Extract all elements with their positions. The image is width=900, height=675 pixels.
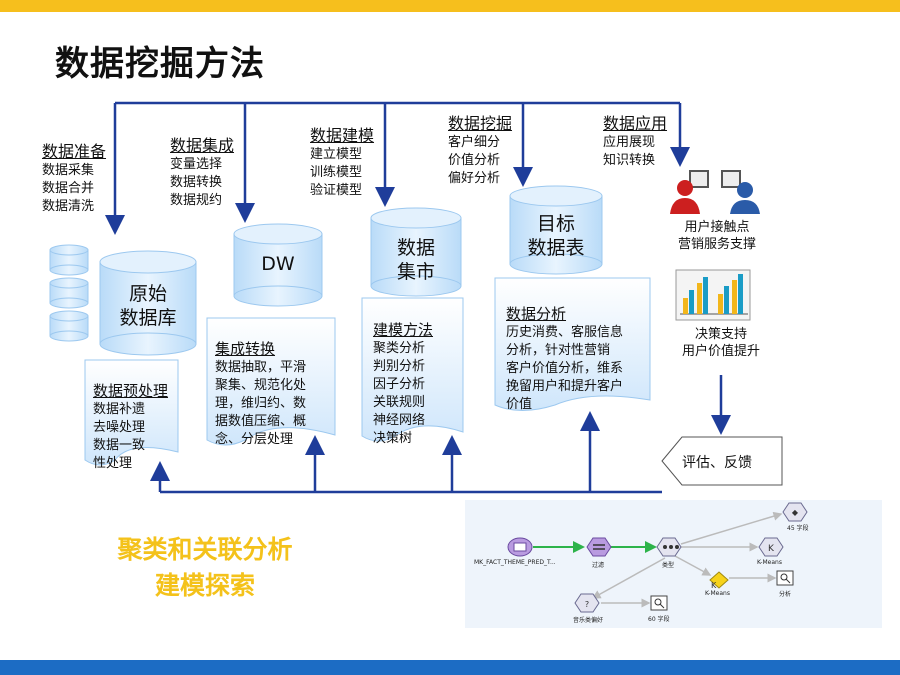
stage-item: 知识转换 [603, 153, 656, 168]
stage-item: 应用展现 [603, 135, 656, 150]
stage-item: 验证模型 [310, 183, 363, 198]
doc-heading: 集成转换 [215, 340, 276, 358]
dw-label: DW [261, 253, 295, 275]
doc-body: 数据补遗 去噪处理 数据一致 性处理 [93, 402, 146, 471]
touchpoint-line1: 用户接触点 [684, 220, 750, 235]
stage-data-integration: 数据集成 变量选择 数据转换 数据规约 [170, 136, 234, 210]
source-node-label: MK_FACT_THEME_PRED_T... [474, 559, 556, 566]
kmeans-node-icon[interactable]: K [758, 537, 784, 557]
pref-node-icon[interactable]: ? [574, 593, 600, 613]
stage-item: 训练模型 [310, 165, 363, 180]
doc-integration: 集成转换数据抽取，平滑 聚集、规范化处 理，维归约、数 据数值压缩、概 念、分层… [215, 322, 306, 449]
stage-item: 建立模型 [310, 147, 363, 162]
fields45-node-label: 45 字段 [787, 525, 809, 532]
stage-item: 变量选择 [170, 157, 223, 172]
doc-preprocess: 数据预处理数据补遗 去噪处理 数据一致 性处理 [93, 364, 168, 473]
feedback-label: 评估、反馈 [682, 455, 752, 471]
stage-item: 数据采集 [42, 163, 95, 178]
stage-data-preparation: 数据准备 数据采集 数据合并 数据清洗 [42, 142, 106, 216]
doc-modeling: 建模方法聚类分析 判别分析 因子分析 关联规则 神经网络 决策树 [373, 303, 433, 448]
stage-data-application: 数据应用 应用展现 知识转换 [603, 114, 667, 170]
small-db-stack-icon [49, 244, 89, 342]
slogan: 聚类和关联分析 建模探索 [80, 532, 330, 604]
doc-heading: 数据分析 [506, 305, 567, 323]
fields45-node-icon[interactable]: ◆ [782, 502, 808, 522]
touchpoint-label: 用户接触点 营销服务支撑 [662, 219, 772, 253]
source-node-icon[interactable] [507, 537, 533, 557]
stage-item: 数据转换 [170, 175, 223, 190]
doc-heading: 建模方法 [373, 321, 434, 339]
stage-item: 价值分析 [448, 153, 501, 168]
stage-heading: 数据建模 [310, 126, 375, 145]
analysis-node-label: 分析 [779, 591, 792, 598]
svg-text:◆: ◆ [792, 508, 799, 517]
type-node-label: 类型 [662, 562, 675, 569]
target-table-label: 目标 数据表 [527, 213, 585, 259]
doc-body: 聚类分析 判别分析 因子分析 关联规则 神经网络 决策树 [373, 341, 426, 446]
pref-node-label: 音乐类偏好 [573, 617, 604, 624]
touchpoint-line2: 营销服务支撑 [677, 237, 756, 252]
stage-heading: 数据准备 [42, 142, 107, 161]
svg-text:?: ? [585, 600, 589, 609]
mart-label: 数据 集市 [396, 237, 435, 283]
stage-heading: 数据集成 [170, 136, 235, 155]
decision-line1: 决策支持 [694, 327, 747, 342]
decision-label: 决策支持 用户价值提升 [660, 326, 782, 360]
stage-item: 偏好分析 [448, 171, 501, 186]
kmeans-model-node-label: K-Means [705, 590, 730, 597]
kmeans-node-label: K-Means [757, 559, 782, 566]
type-node-icon[interactable] [656, 537, 682, 557]
stage-heading: 数据应用 [603, 114, 668, 133]
analysis-node-icon[interactable] [776, 570, 794, 586]
stage-item: 数据合并 [42, 181, 95, 196]
doc-analysis: 数据分析历史消费、客服信息 分析，针对性营销 客户价值分析，维系 挽留用户和提升… [506, 287, 623, 414]
modeler-stream-panel: ◆ K K ? MK_FACT_THEME_PRED_T... 过滤 类型 45… [465, 500, 882, 628]
doc-body: 数据抽取，平滑 聚集、规范化处 理，维归约、数 据数值压缩、概 念、分层处理 [215, 360, 307, 447]
stage-data-mining: 数据挖掘 客户细分 价值分析 偏好分析 [448, 114, 512, 188]
raw-db-label: 原始 数据库 [119, 283, 177, 329]
doc-body: 历史消费、客服信息 分析，针对性营销 客户价值分析，维系 挽留用户和提升客户 价… [506, 325, 624, 412]
users-touchpoint-icon [670, 170, 760, 214]
stage-item: 客户细分 [448, 135, 501, 150]
filter-node-label: 过滤 [592, 562, 605, 569]
doc-heading: 数据预处理 [93, 382, 169, 400]
decision-line2: 用户价值提升 [681, 344, 760, 359]
fields60-node-label: 60 字段 [648, 616, 670, 623]
filter-node-icon[interactable] [586, 537, 612, 557]
kmeans-model-node-icon[interactable]: K [709, 571, 729, 590]
slogan-line1: 聚类和关联分析 [117, 535, 293, 564]
stage-heading: 数据挖掘 [448, 114, 513, 133]
stage-item: 数据规约 [170, 193, 223, 208]
stage-data-modeling: 数据建模 建立模型 训练模型 验证模型 [310, 126, 374, 200]
fields60-node-icon[interactable] [650, 595, 668, 611]
svg-text:K: K [711, 581, 717, 590]
decision-bar-chart-icon [675, 269, 751, 321]
slogan-line2: 建模探索 [154, 571, 255, 600]
stage-item: 数据清洗 [42, 199, 95, 214]
